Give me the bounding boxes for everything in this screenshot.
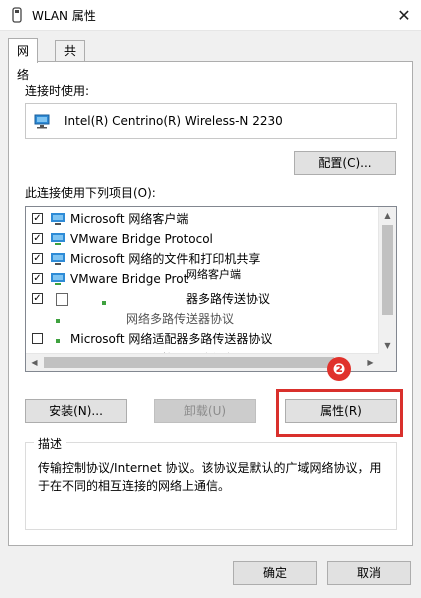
install-button-label: 安装(N)... [49, 404, 103, 418]
close-button[interactable]: ✕ [387, 0, 421, 30]
scroll-corner [379, 354, 396, 371]
wifi-adapter-icon [12, 7, 22, 23]
item-checkbox[interactable]: ✓ [32, 273, 43, 284]
cancel-button-label: 取消 [356, 566, 381, 580]
window-title: WLAN 属性 [32, 9, 96, 23]
list-item[interactable]: ✓ Microsoft 网络客户端 [26, 209, 376, 229]
title-bar: WLAN 属性 ✕ [0, 0, 421, 31]
scroll-down-icon[interactable]: ▼ [379, 337, 396, 354]
item-checkbox[interactable]: ✓ [32, 233, 43, 244]
uninstall-button-label: 卸载(U) [183, 404, 227, 418]
components-list[interactable]: ✓ Microsoft 网络客户端 ✓ VMware Bridge Protoc… [25, 206, 397, 372]
item-checkbox[interactable]: ✓ [32, 253, 43, 264]
scroll-left-icon[interactable]: ◀ [26, 354, 43, 371]
description-group: 描述 传输控制协议/Internet 协议。该协议是默认的广域网络协议，用于在不… [25, 435, 397, 530]
protocol-icon [56, 339, 60, 343]
tab-network[interactable]: 网络 [8, 38, 39, 82]
install-button[interactable]: 安装(N)... [25, 399, 127, 423]
scroll-thumb[interactable] [44, 357, 334, 368]
protocol-icon [56, 319, 60, 323]
adapter-name: Intel(R) Centrino(R) Wireless-N 2230 [64, 114, 283, 128]
list-item[interactable]: Microsoft 网络适配器多路传送器协议 [26, 329, 376, 349]
adapter-display: Intel(R) Centrino(R) Wireless-N 2230 [25, 103, 397, 139]
file-printer-sharing-icon [51, 253, 65, 265]
list-item[interactable]: ✓ VMware Bridge Prot 网络客户端 [26, 268, 376, 289]
network-protocol-icon [51, 273, 65, 285]
scroll-up-icon[interactable]: ▲ [379, 207, 396, 224]
list-item[interactable]: 网络多路传送器协议 [26, 309, 376, 329]
network-protocol-icon [51, 233, 65, 245]
tab-sharing[interactable]: 共享 [55, 40, 86, 79]
close-icon: ✕ [397, 5, 411, 25]
description-text: 传输控制协议/Internet 协议。该协议是默认的广域网络协议，用于在不同的相… [38, 461, 382, 493]
cancel-button[interactable]: 取消 [327, 561, 411, 585]
item-checkbox[interactable]: ✓ [32, 213, 43, 224]
uninstall-button[interactable]: 卸载(U) [154, 399, 256, 423]
overlapping-item-label: 网络客户端 [186, 268, 241, 281]
scroll-right-icon[interactable]: ▶ [362, 354, 379, 371]
item-label: VMware Bridge Protocol [70, 232, 213, 246]
list-item[interactable]: ✓ VMware Bridge Protocol [26, 229, 376, 249]
configure-button-label: 配置(C)... [318, 156, 372, 170]
scroll-thumb[interactable] [382, 225, 393, 315]
list-item[interactable]: ✓ 器多路传送协议 [26, 289, 376, 309]
tab-network-label: 网络 [17, 44, 30, 82]
item-label: 器多路传送协议 [186, 292, 271, 306]
overlay-checkbox-ghost [56, 293, 68, 306]
item-checkbox[interactable]: ✓ [32, 293, 43, 304]
description-title: 描述 [34, 435, 67, 452]
ok-button-label: 确定 [262, 566, 287, 580]
item-label: VMware Bridge Prot [70, 272, 189, 286]
ok-button[interactable]: 确定 [233, 561, 317, 585]
network-adapter-icon [34, 114, 50, 129]
step-badge: ❷ [327, 357, 351, 381]
item-checkbox[interactable] [32, 333, 43, 344]
items-label: 此连接使用下列项目(O): [25, 186, 156, 200]
network-client-icon [51, 213, 65, 225]
vertical-scrollbar[interactable]: ▲ ▼ [378, 207, 396, 354]
item-label: Microsoft 网络客户端 [70, 212, 189, 226]
network-tab-panel: 连接时使用: Intel(R) Centrino(R) Wireless-N 2… [8, 61, 413, 546]
connect-using-label: 连接时使用: [25, 84, 90, 98]
item-label: 网络多路传送器协议 [126, 312, 235, 326]
properties-highlight [276, 389, 403, 437]
configure-button[interactable]: 配置(C)... [294, 151, 396, 175]
item-label: Microsoft 网络适配器多路传送器协议 [70, 332, 273, 346]
protocol-icon [102, 301, 106, 305]
